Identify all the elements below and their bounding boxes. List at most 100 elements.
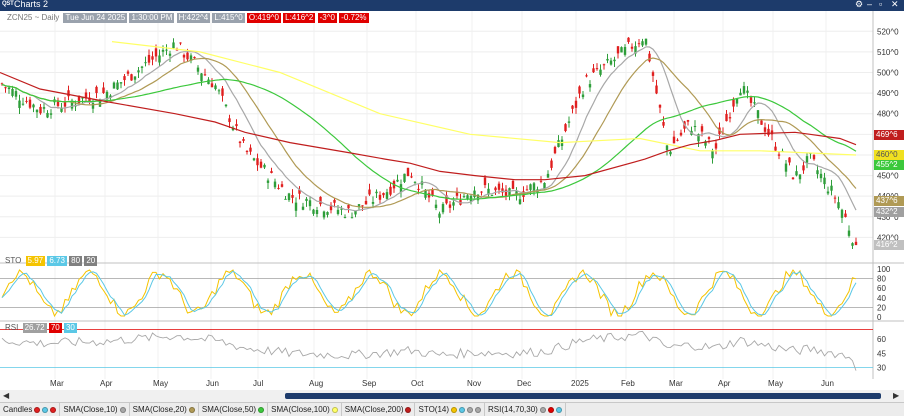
candle-body <box>546 173 550 178</box>
color-dot-icon[interactable] <box>258 406 265 413</box>
chart-area[interactable]: 520^0510^0500^0490^0480^0470^0460^0450^0… <box>0 11 904 391</box>
candle-body <box>774 146 777 151</box>
study-item[interactable]: SMA(Close,20) <box>130 403 199 416</box>
candle-body <box>172 42 175 49</box>
candle-body <box>217 90 221 92</box>
candle-body <box>518 199 522 204</box>
candle-body <box>728 117 732 119</box>
candle-body <box>158 55 161 63</box>
color-dot-icon[interactable] <box>188 406 195 413</box>
sto-lower-level: 20 <box>84 256 98 266</box>
candle-body <box>375 191 378 194</box>
candle-body <box>851 243 854 246</box>
sto-upper-level: 80 <box>69 256 83 266</box>
time-tick-label: Jul <box>253 379 263 388</box>
color-dot-icon[interactable] <box>331 406 338 413</box>
candle-body <box>214 85 217 90</box>
close-icon[interactable]: ✕ <box>891 0 899 10</box>
time-tick-label: Feb <box>621 379 635 388</box>
candle-body <box>557 140 560 148</box>
candle-body <box>844 213 847 218</box>
candle-body <box>382 193 385 196</box>
study-item[interactable]: RSI(14,70,30) <box>485 403 566 416</box>
date-label: Tue Jun 24 2025 <box>63 13 128 23</box>
candle-body <box>592 68 595 73</box>
color-dot-icon[interactable] <box>405 406 412 413</box>
candle-body <box>686 120 690 122</box>
minimize-icon[interactable]: – <box>867 0 872 9</box>
color-dot-icon[interactable] <box>42 406 49 413</box>
sma200-line <box>0 71 857 181</box>
sma20-badge: 437^6 <box>874 196 904 207</box>
study-item[interactable]: SMA(Close,10) <box>60 403 130 416</box>
candle-body <box>742 86 746 94</box>
last-price-badge: 416^2 <box>874 240 904 251</box>
study-label: SMA(Close,100) <box>271 405 330 414</box>
candle-body <box>228 118 231 123</box>
color-dot-icon[interactable] <box>547 406 554 413</box>
color-dot-icon[interactable] <box>467 406 474 413</box>
rsi-upper-level: 70 <box>48 323 62 333</box>
sma50-badge: 455^2 <box>874 159 904 170</box>
price-tick-label: 510^0 <box>877 48 899 57</box>
candle-body <box>784 163 788 172</box>
time-scrollbar[interactable]: ◀ ▶ <box>0 390 904 402</box>
color-dot-icon[interactable] <box>451 406 458 413</box>
candle-body <box>672 136 676 144</box>
sto-k-line <box>1 269 857 318</box>
candle-body <box>112 82 116 89</box>
study-item[interactable]: SMA(Close,100) <box>268 403 342 416</box>
candle-body <box>679 132 683 136</box>
candle-body <box>578 86 581 94</box>
candle-body <box>315 209 319 214</box>
price-tick-label: 450^0 <box>877 172 899 181</box>
candle-body <box>655 85 658 94</box>
candle-body <box>581 94 585 98</box>
price-header: ZCN25 ~ Daily Tue Jun 24 2025 1:30:00 PM… <box>5 13 369 23</box>
candle-body <box>336 209 340 214</box>
candle-body <box>627 37 630 42</box>
candle-body <box>252 158 256 161</box>
candle-body <box>539 180 543 182</box>
sto-tick-label: 20 <box>877 303 886 312</box>
scroll-left-icon[interactable]: ◀ <box>3 391 9 400</box>
candle-body <box>494 187 497 191</box>
window-title-bar: QST Charts 2 ⚙ – ▫ ✕ <box>0 0 904 11</box>
settings-icon[interactable]: ⚙ <box>855 0 863 10</box>
color-dot-icon[interactable] <box>459 406 466 413</box>
study-item[interactable]: SMA(Close,50) <box>199 403 269 416</box>
candle-body <box>452 202 455 206</box>
candle-body <box>833 197 837 199</box>
sma10-line <box>1 46 857 212</box>
scrollbar-thumb[interactable] <box>285 393 881 399</box>
sma100-badge: 460^0 <box>874 149 904 160</box>
candle-body <box>525 189 529 191</box>
study-label: STO(14) <box>418 405 450 414</box>
color-dot-icon[interactable] <box>539 406 546 413</box>
candle-body <box>238 141 242 144</box>
chart-canvas[interactable]: 520^0510^0500^0490^0480^0470^0460^0450^0… <box>0 11 904 391</box>
candle-body <box>819 173 823 179</box>
study-item[interactable]: SMA(Close,200) <box>342 403 416 416</box>
candle-body <box>11 88 14 96</box>
scroll-right-icon[interactable]: ▶ <box>893 391 899 400</box>
study-item[interactable]: Candles <box>0 403 61 416</box>
color-dot-icon[interactable] <box>34 406 41 413</box>
candle-body <box>126 71 130 74</box>
time-tick-label: May <box>768 379 783 388</box>
candle-body <box>364 200 368 205</box>
restore-icon[interactable]: ▫ <box>879 0 882 9</box>
color-dot-icon[interactable] <box>119 406 126 413</box>
color-dot-icon[interactable] <box>555 406 562 413</box>
candle-body <box>711 150 714 159</box>
color-dot-icon[interactable] <box>475 406 482 413</box>
color-dot-icon[interactable] <box>50 406 57 413</box>
last-label: L:416^2 <box>283 13 316 23</box>
candle-body <box>739 92 742 96</box>
study-item[interactable]: STO(14) <box>415 403 486 416</box>
candle-body <box>161 49 165 52</box>
sma100-line <box>111 41 857 156</box>
candle-body <box>746 90 749 93</box>
candle-body <box>91 103 95 109</box>
sto-tick-label: 40 <box>877 294 886 303</box>
